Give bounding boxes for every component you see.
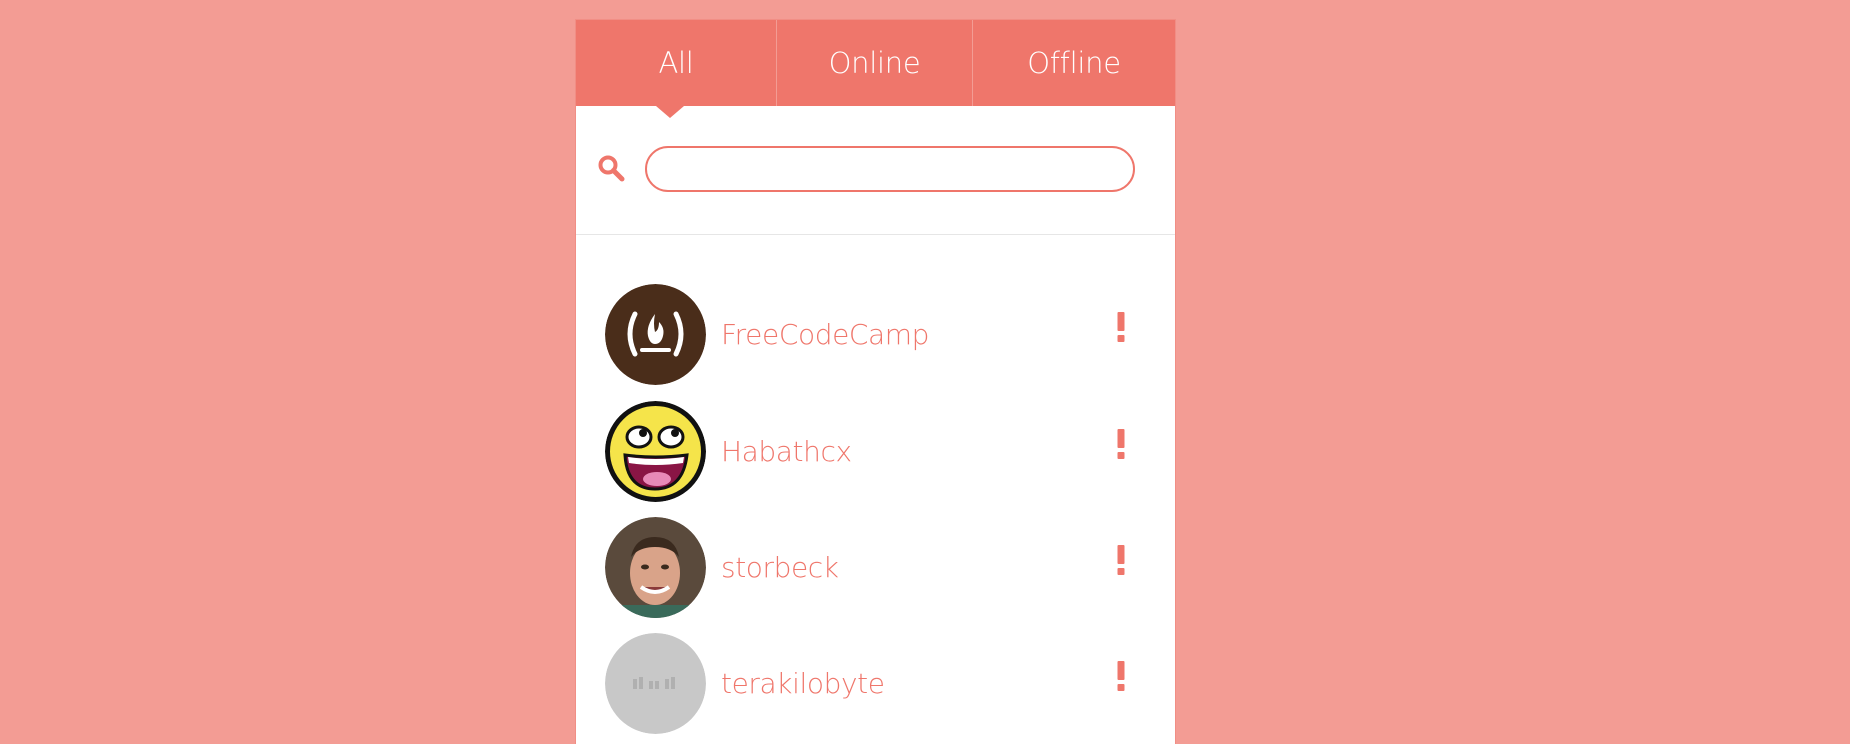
terakilobyte-avatar	[605, 633, 706, 734]
awesome-face-icon	[605, 401, 706, 502]
channel-name[interactable]: FreeCodeCamp	[721, 284, 929, 385]
tab-offline-label: Offline	[1027, 46, 1121, 80]
streamer-panel: All Online Offline FreeCodeCamp Habathcx…	[576, 20, 1175, 744]
search-input[interactable]	[645, 146, 1135, 192]
exclamation-icon	[1117, 312, 1125, 342]
placeholder-avatar-icon	[605, 633, 706, 734]
channel-row[interactable]: terakilobyte	[605, 633, 1155, 735]
freecodecamp-avatar	[605, 284, 706, 385]
channel-row[interactable]: FreeCodeCamp	[605, 284, 1155, 386]
exclamation-icon	[1117, 429, 1125, 459]
freecodecamp-logo-icon	[605, 284, 706, 385]
tab-all-label: All	[658, 46, 694, 80]
channel-name[interactable]: Habathcx	[721, 401, 852, 502]
storbeck-avatar	[605, 517, 706, 618]
channel-row[interactable]: storbeck	[605, 517, 1155, 619]
search-icon[interactable]	[597, 154, 625, 182]
habathcx-avatar	[605, 401, 706, 502]
channel-name[interactable]: storbeck	[721, 517, 839, 618]
exclamation-icon	[1117, 545, 1125, 575]
channel-row[interactable]: Habathcx	[605, 401, 1155, 503]
tab-online-label: Online	[828, 46, 921, 80]
exclamation-icon	[1117, 661, 1125, 691]
tab-all[interactable]: All	[576, 20, 777, 118]
user-photo-icon	[605, 517, 706, 618]
tab-bar: All Online Offline	[576, 20, 1175, 118]
tab-online[interactable]: Online	[777, 20, 973, 106]
channel-name[interactable]: terakilobyte	[721, 633, 885, 734]
tab-offline[interactable]: Offline	[973, 20, 1175, 106]
